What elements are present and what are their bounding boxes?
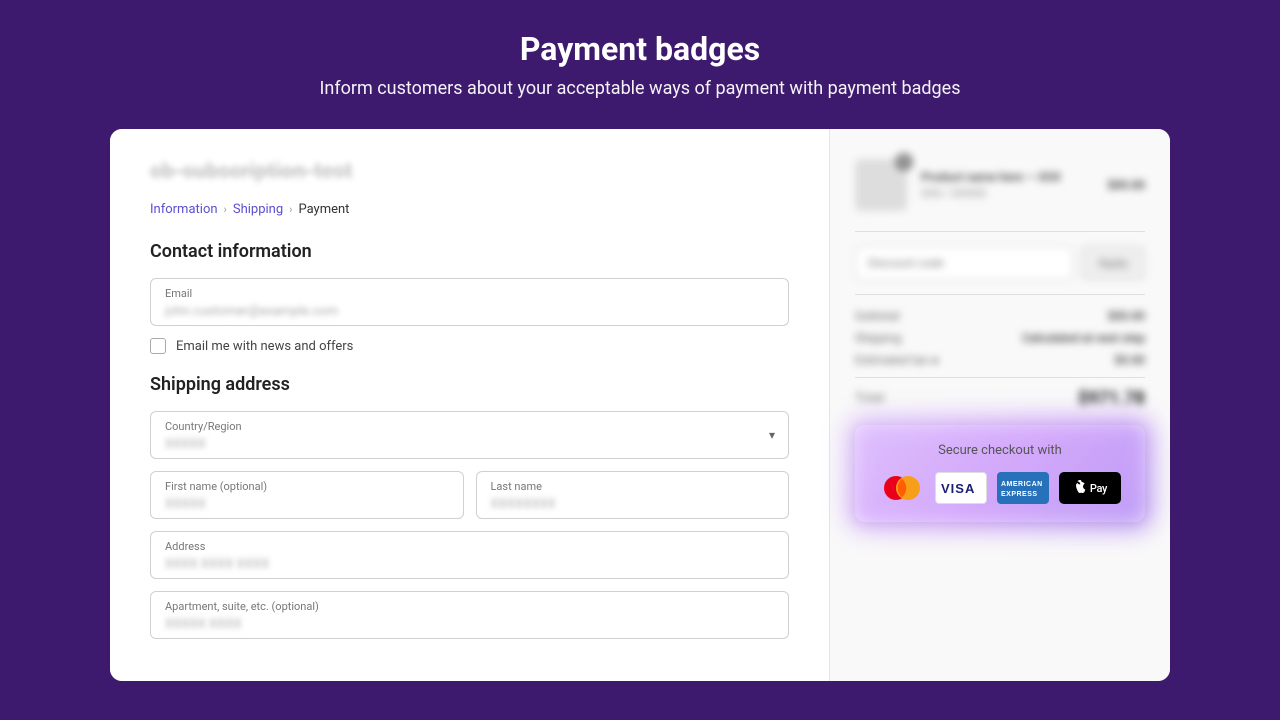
newsletter-label: Email me with news and offers — [176, 339, 353, 354]
chevron-down-icon: ▾ — [769, 428, 775, 442]
summary-total-row: Total $971.78 — [855, 377, 1145, 409]
address-group: Address XXXX XXXX XXXX — [150, 531, 789, 579]
breadcrumb: Information › Shipping › Payment — [150, 202, 789, 217]
lastname-value: XXXXXXXX — [491, 497, 556, 512]
email-value: john.customer@example.com — [165, 304, 338, 319]
quantity-badge: 1 — [895, 153, 913, 171]
email-group: Email john.customer@example.com — [150, 278, 789, 326]
discount-apply-button[interactable]: Apply — [1081, 246, 1145, 280]
visa-badge: VISA — [935, 472, 987, 504]
summary-shipping-row: Shipping Calculated at next step — [855, 331, 1145, 345]
country-value: XXXXX — [165, 437, 206, 452]
firstname-group: First name (optional) XXXXX — [150, 471, 464, 519]
apt-input[interactable]: Apartment, suite, etc. (optional) XXXXX … — [150, 591, 789, 639]
summary-subtotal-row: Subtotal $00.00 — [855, 309, 1145, 323]
address-label: Address — [165, 540, 774, 553]
breadcrumb-shipping[interactable]: Shipping — [233, 202, 283, 217]
apt-group: Apartment, suite, etc. (optional) XXXXX … — [150, 591, 789, 639]
discount-row: Apply — [855, 246, 1145, 280]
lastname-label: Last name — [491, 480, 775, 493]
amex-badge: AMERICAN EXPRESS — [997, 472, 1049, 504]
newsletter-row: Email me with news and offers — [150, 338, 789, 354]
main-container: cb-subscription-test Information › Shipp… — [110, 129, 1170, 681]
product-image: 1 — [855, 159, 907, 211]
divider-2 — [855, 294, 1145, 295]
product-name: Product name here — XXX — [921, 170, 1093, 184]
firstname-label: First name (optional) — [165, 480, 449, 493]
breadcrumb-sep-2: › — [289, 203, 292, 216]
shipping-label: Shipping — [855, 331, 901, 345]
tax-value: $0.00 — [1114, 353, 1145, 367]
firstname-value: XXXXX — [165, 497, 206, 512]
product-sub: XXX / XXXXX — [921, 187, 1093, 200]
store-name: cb-subscription-test — [150, 159, 789, 184]
subtotal-value: $00.00 — [1108, 309, 1145, 323]
address-input[interactable]: Address XXXX XXXX XXXX — [150, 531, 789, 579]
tax-label: Estimated tax ● — [855, 353, 939, 367]
page-subtitle: Inform customers about your acceptable w… — [320, 78, 961, 99]
applepay-badge: Pay — [1059, 472, 1121, 504]
apt-label: Apartment, suite, etc. (optional) — [165, 600, 774, 613]
address-value: XXXX XXXX XXXX — [165, 557, 269, 572]
checkout-form-panel: cb-subscription-test Information › Shipp… — [110, 129, 830, 681]
firstname-input[interactable]: First name (optional) XXXXX — [150, 471, 464, 519]
lastname-group: Last name XXXXXXXX — [476, 471, 790, 519]
mastercard-badge — [879, 472, 925, 504]
secure-checkout-card: Secure checkout with VISA — [855, 425, 1145, 522]
breadcrumb-payment: Payment — [298, 202, 349, 217]
product-details: Product name here — XXX XXX / XXXXX — [921, 170, 1093, 200]
name-row: First name (optional) XXXXX Last name XX… — [150, 471, 789, 531]
country-label: Country/Region — [165, 420, 774, 433]
shipping-section-title: Shipping address — [150, 374, 789, 395]
divider-1 — [855, 231, 1145, 232]
discount-input[interactable] — [855, 246, 1073, 280]
newsletter-checkbox[interactable] — [150, 338, 166, 354]
apt-value: XXXXX XXXX — [165, 617, 242, 632]
shipping-value: Calculated at next step — [1022, 331, 1145, 345]
page-title: Payment badges — [320, 30, 961, 68]
svg-text:VISA: VISA — [941, 481, 975, 495]
page-header: Payment badges Inform customers about yo… — [320, 30, 961, 99]
applepay-label: Pay — [1090, 482, 1107, 495]
total-label: Total — [855, 391, 884, 406]
order-summary-panel: 1 Product name here — XXX XXX / XXXXX $0… — [830, 129, 1170, 681]
summary-tax-row: Estimated tax ● $0.00 — [855, 353, 1145, 367]
secure-checkout-title: Secure checkout with — [875, 443, 1125, 458]
email-input-wrapper[interactable]: Email john.customer@example.com — [150, 278, 789, 326]
product-price: $00.00 — [1107, 178, 1145, 192]
total-value: $971.78 — [1078, 388, 1145, 409]
contact-section-title: Contact information — [150, 241, 789, 262]
breadcrumb-information[interactable]: Information — [150, 202, 218, 217]
subtotal-label: Subtotal — [855, 309, 900, 323]
payment-badges: VISA AMERICAN EXPRESS Pay — [875, 472, 1125, 504]
lastname-input[interactable]: Last name XXXXXXXX — [476, 471, 790, 519]
country-select[interactable]: Country/Region XXXXX — [150, 411, 789, 459]
svg-text:AMERICAN: AMERICAN — [1001, 481, 1043, 488]
country-select-wrapper: Country/Region XXXXX ▾ — [150, 411, 789, 459]
email-label: Email — [165, 287, 774, 300]
order-item: 1 Product name here — XXX XXX / XXXXX $0… — [855, 159, 1145, 211]
breadcrumb-sep-1: › — [224, 203, 227, 216]
svg-text:EXPRESS: EXPRESS — [1001, 491, 1038, 498]
